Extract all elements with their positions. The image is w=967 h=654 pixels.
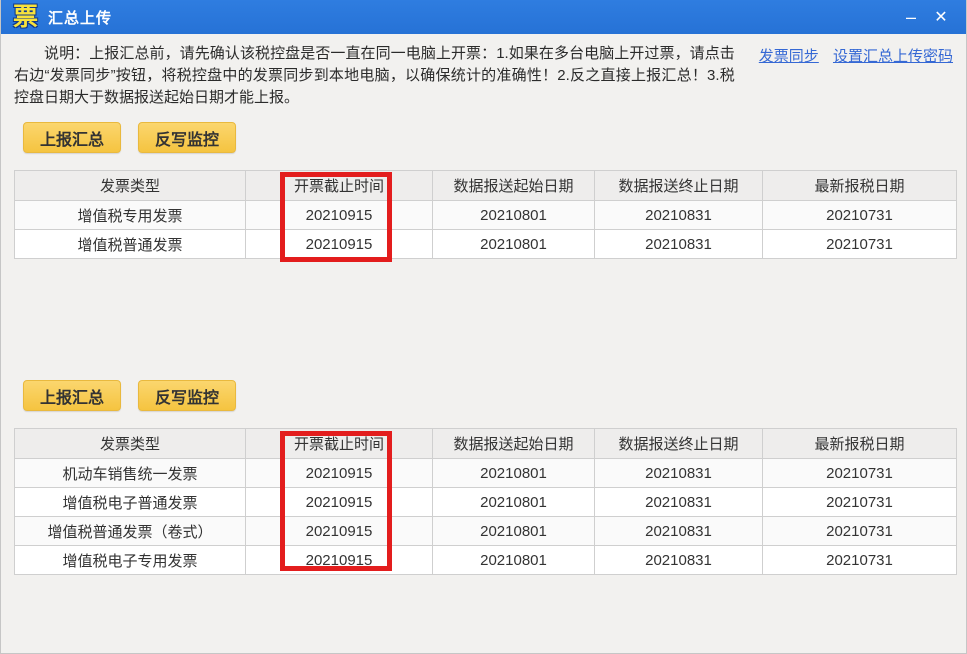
date-cell: 20210731 (763, 517, 957, 546)
column-header: 开票截止时间 (246, 171, 433, 201)
date-cell: 20210731 (763, 546, 957, 575)
column-header: 发票类型 (15, 429, 246, 459)
action-buttons-section-1: 上报汇总 反写监控 (1, 122, 966, 153)
date-cell: 20210915 (246, 230, 433, 259)
date-cell: 20210801 (433, 488, 595, 517)
window-controls: – ✕ (896, 4, 956, 30)
header-row: 发票类型开票截止时间数据报送起始日期数据报送终止日期最新报税日期 (15, 171, 957, 201)
window-title: 汇总上传 (48, 7, 112, 28)
column-header: 发票类型 (15, 171, 246, 201)
notice-links: 发票同步 设置汇总上传密码 (749, 46, 953, 68)
summary-upload-window: { "window": { "title": "汇总上传", "icon_gly… (0, 0, 967, 654)
date-cell: 20210731 (763, 488, 957, 517)
minimize-button[interactable]: – (896, 4, 926, 30)
table-row: 机动车销售统一发票2021091520210801202108312021073… (15, 459, 957, 488)
date-cell: 20210915 (246, 546, 433, 575)
invoice-type-cell: 增值税电子专用发票 (15, 546, 246, 575)
date-cell: 20210731 (763, 230, 957, 259)
date-cell: 20210831 (595, 546, 763, 575)
date-cell: 20210831 (595, 517, 763, 546)
rewrite-monitor-button-2[interactable]: 反写监控 (138, 380, 236, 411)
action-buttons-section-2: 上报汇总 反写监控 (1, 380, 966, 411)
column-header: 数据报送起始日期 (433, 171, 595, 201)
column-header: 最新报税日期 (763, 171, 957, 201)
date-cell: 20210915 (246, 517, 433, 546)
date-cell: 20210915 (246, 459, 433, 488)
table-row: 增值税普通发票（卷式）20210915202108012021083120210… (15, 517, 957, 546)
date-cell: 20210801 (433, 546, 595, 575)
invoice-ticket-icon: 票 (13, 5, 38, 30)
invoice-type-cell: 增值税普通发票（卷式） (15, 517, 246, 546)
close-button[interactable]: ✕ (926, 4, 956, 30)
date-cell: 20210801 (433, 230, 595, 259)
invoice-type-cell: 增值税专用发票 (15, 201, 246, 230)
report-summary-button-1[interactable]: 上报汇总 (23, 122, 121, 153)
date-cell: 20210831 (595, 488, 763, 517)
invoice-table-2: 发票类型开票截止时间数据报送起始日期数据报送终止日期最新报税日期机动车销售统一发… (14, 428, 957, 575)
date-cell: 20210801 (433, 517, 595, 546)
column-header: 数据报送终止日期 (595, 429, 763, 459)
header-row: 发票类型开票截止时间数据报送起始日期数据报送终止日期最新报税日期 (15, 429, 957, 459)
column-header: 数据报送起始日期 (433, 429, 595, 459)
invoice-table-1-wrap: 发票类型开票截止时间数据报送起始日期数据报送终止日期最新报税日期增值税专用发票2… (14, 170, 956, 259)
notice-section: 发票同步 设置汇总上传密码 说明：上报汇总前，请先确认该税控盘是否一直在同一电脑… (1, 34, 966, 109)
invoice-sync-link[interactable]: 发票同步 (759, 48, 819, 65)
invoice-type-cell: 机动车销售统一发票 (15, 459, 246, 488)
date-cell: 20210731 (763, 459, 957, 488)
table-row: 增值税电子普通发票2021091520210801202108312021073… (15, 488, 957, 517)
table-row: 增值税专用发票20210915202108012021083120210731 (15, 201, 957, 230)
date-cell: 20210831 (595, 201, 763, 230)
column-header: 最新报税日期 (763, 429, 957, 459)
invoice-type-cell: 增值税电子普通发票 (15, 488, 246, 517)
date-cell: 20210831 (595, 230, 763, 259)
invoice-type-cell: 增值税普通发票 (15, 230, 246, 259)
invoice-table-1: 发票类型开票截止时间数据报送起始日期数据报送终止日期最新报税日期增值税专用发票2… (14, 170, 957, 259)
date-cell: 20210831 (595, 459, 763, 488)
date-cell: 20210915 (246, 201, 433, 230)
date-cell: 20210801 (433, 459, 595, 488)
date-cell: 20210915 (246, 488, 433, 517)
date-cell: 20210801 (433, 201, 595, 230)
invoice-table-2-wrap: 发票类型开票截止时间数据报送起始日期数据报送终止日期最新报税日期机动车销售统一发… (14, 428, 956, 575)
report-summary-button-2[interactable]: 上报汇总 (23, 380, 121, 411)
set-upload-password-link[interactable]: 设置汇总上传密码 (833, 48, 953, 65)
column-header: 数据报送终止日期 (595, 171, 763, 201)
date-cell: 20210731 (763, 201, 957, 230)
rewrite-monitor-button-1[interactable]: 反写监控 (138, 122, 236, 153)
table-row: 增值税电子专用发票2021091520210801202108312021073… (15, 546, 957, 575)
titlebar: 票 汇总上传 – ✕ (1, 0, 966, 34)
column-header: 开票截止时间 (246, 429, 433, 459)
table-row: 增值税普通发票20210915202108012021083120210731 (15, 230, 957, 259)
